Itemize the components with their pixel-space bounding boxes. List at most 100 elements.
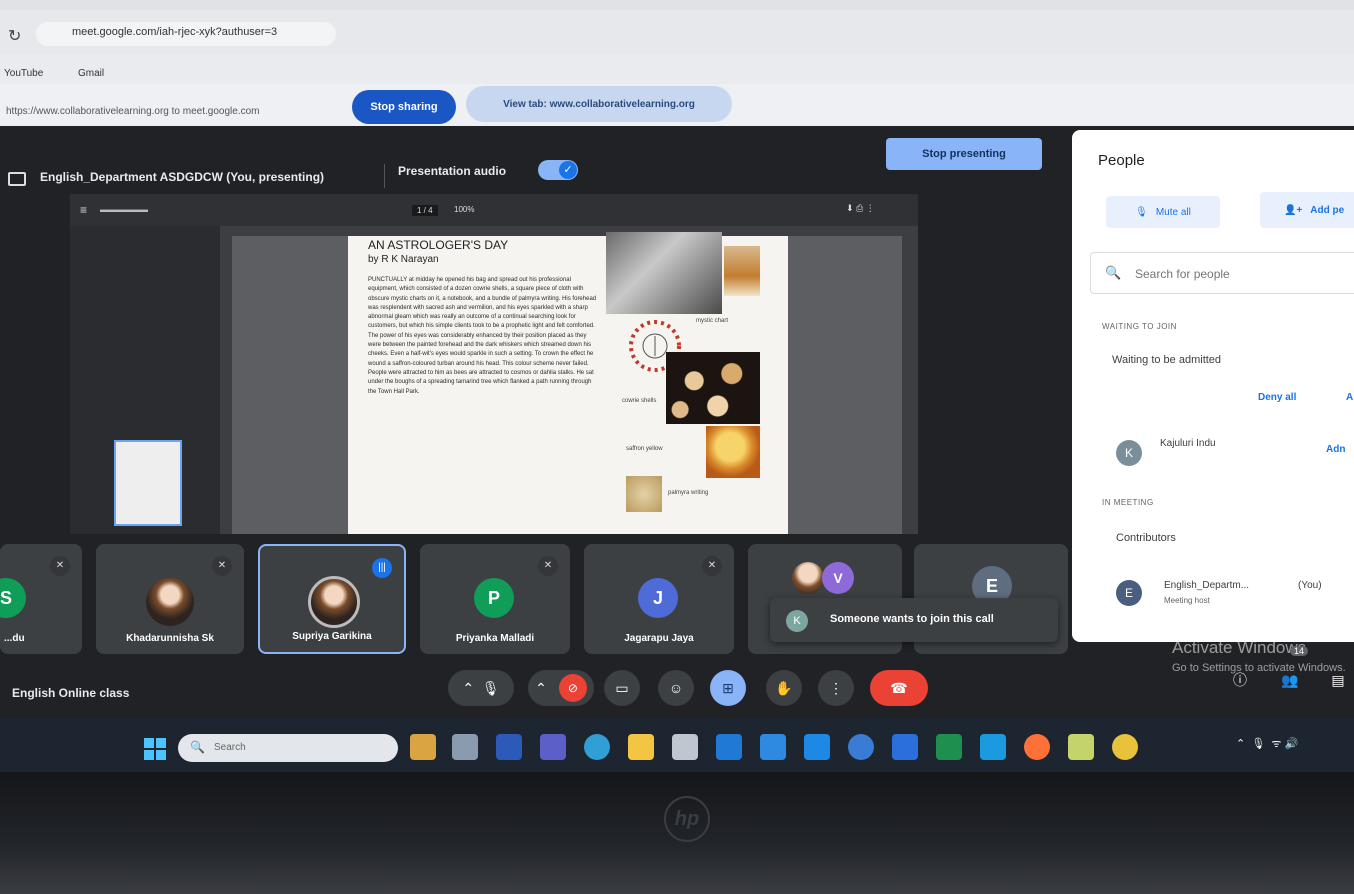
saffron-photo: [706, 426, 760, 478]
contributors-group[interactable]: Contributors: [1116, 532, 1176, 544]
media-player-icon[interactable]: [848, 734, 874, 760]
app-icon[interactable]: [1068, 734, 1094, 760]
present-screen-icon: [8, 172, 26, 186]
chevron-up-icon[interactable]: ⌃: [462, 680, 474, 697]
participant-name: Khadarunnisha Sk: [126, 633, 214, 644]
chevron-up-icon[interactable]: ⌃: [535, 680, 547, 697]
avatar: K: [786, 610, 808, 632]
add-people-label: Add pe: [1310, 204, 1345, 216]
admit-button[interactable]: Adn: [1326, 444, 1345, 455]
caption-mystic-chart: mystic chart: [696, 318, 729, 324]
photos-icon[interactable]: [804, 734, 830, 760]
system-tray-icons[interactable]: ⌃ 🎙 ᯤ 🔊: [1236, 736, 1298, 751]
people-panel: People 🎙 Mute all 👤+ Add pe 🔍 WAITING TO J…: [1072, 130, 1354, 642]
avatar: E: [1116, 580, 1142, 606]
admit-all-button[interactable]: A: [1346, 392, 1353, 403]
excel-icon[interactable]: [936, 734, 962, 760]
join-request-toast[interactable]: K Someone wants to join this call: [770, 598, 1058, 642]
mic-off-icon: ✕: [50, 556, 70, 576]
word-icon[interactable]: [496, 734, 522, 760]
edge-icon[interactable]: [584, 734, 610, 760]
participant-tile[interactable]: J ✕ Jagarapu Jaya: [584, 544, 734, 654]
leave-call-button[interactable]: ☎: [870, 670, 928, 706]
more-options-button[interactable]: ⋮: [818, 670, 854, 706]
presentation-audio-toggle[interactable]: ✓: [538, 160, 578, 180]
camera-button[interactable]: ⌃ ⊘: [528, 670, 594, 706]
pdf-filename: ▬▬▬▬▬▬: [100, 205, 148, 214]
mute-all-button[interactable]: 🎙 Mute all: [1106, 196, 1220, 228]
waiting-group[interactable]: Waiting to be admitted: [1112, 354, 1221, 366]
stop-presenting-button[interactable]: Stop presenting: [886, 138, 1042, 170]
astrologer-photo: [606, 232, 722, 314]
add-person-icon: 👤+: [1284, 204, 1303, 216]
info-icon[interactable]: ⓘ: [1228, 668, 1252, 692]
taskbar-search[interactable]: 🔍 Search: [178, 734, 398, 762]
waiting-person-name: Kajuluri Indu: [1160, 438, 1216, 449]
firefox-icon[interactable]: [1024, 734, 1050, 760]
microphone-button[interactable]: ⌃ 🎙: [448, 670, 514, 706]
app-icon[interactable]: [980, 734, 1006, 760]
people-icon[interactable]: 👥: [1278, 668, 1302, 692]
waiting-section-header: WAITING TO JOIN: [1102, 322, 1177, 331]
reload-icon[interactable]: ↻: [8, 26, 21, 46]
menu-icon[interactable]: ≡: [80, 203, 87, 217]
stop-sharing-button[interactable]: Stop sharing: [352, 90, 456, 124]
mail-icon[interactable]: [716, 734, 742, 760]
participant-tile-active-speaker[interactable]: ||| Supriya Garikina: [258, 544, 406, 654]
pdf-page-thumbnail[interactable]: [114, 440, 182, 526]
member-you-tag: (You): [1298, 580, 1322, 591]
search-people-input[interactable]: [1135, 267, 1354, 281]
people-count-badge: 14: [1290, 646, 1309, 656]
outlook-icon[interactable]: [892, 734, 918, 760]
chrome-icon[interactable]: [1112, 734, 1138, 760]
taskbar-app-icon[interactable]: [410, 734, 436, 760]
participant-name: Jagarapu Jaya: [624, 633, 694, 644]
panel-title: People: [1098, 152, 1145, 169]
mic-off-icon: ✕: [212, 556, 232, 576]
mic-off-icon: ✕: [702, 556, 722, 576]
meeting-name: English Online class: [12, 686, 130, 700]
windows-start-icon[interactable]: [144, 738, 166, 760]
sharing-text: https://www.collaborativelearning.org to…: [6, 106, 260, 117]
hp-logo: hp: [664, 796, 710, 842]
pdf-tools-icons[interactable]: ⬇ ⎙ ⋮: [846, 203, 875, 214]
camera-off-icon: ⊘: [558, 674, 587, 702]
document-body: PUNCTUALLY at midday he opened his bag a…: [368, 277, 597, 395]
taskbar-search-label: Search: [214, 742, 246, 753]
participant-tile[interactable]: ✕ Khadarunnisha Sk: [96, 544, 244, 654]
avatar: [146, 578, 194, 626]
document-author: by R K Narayan: [368, 254, 439, 265]
add-people-button[interactable]: 👤+ Add pe: [1260, 192, 1354, 228]
pdf-zoom[interactable]: 100%: [454, 205, 474, 214]
search-people-field[interactable]: 🔍: [1090, 252, 1354, 294]
pdf-page-indicator[interactable]: 1 / 4: [412, 205, 438, 216]
view-tab-button[interactable]: View tab: www.collaborativelearning.org: [466, 86, 732, 122]
raise-hand-button[interactable]: ✋: [766, 670, 802, 706]
caption-saffron: saffron yellow: [626, 446, 663, 452]
member-role: Meeting host: [1164, 596, 1210, 605]
speaking-indicator-icon: |||: [372, 558, 392, 578]
captions-button[interactable]: ▭: [604, 670, 640, 706]
participant-tile[interactable]: P ✕ Priyanka Malladi: [420, 544, 570, 654]
caption-cowrie-shells: cowrie shells: [622, 398, 657, 404]
participant-tile[interactable]: S ✕ ...du: [0, 544, 82, 654]
bookmark-gmail[interactable]: Gmail: [78, 68, 104, 79]
store-icon[interactable]: [760, 734, 786, 760]
bookmark-youtube[interactable]: YouTube: [4, 68, 43, 79]
calculator-icon[interactable]: [672, 734, 698, 760]
teams-icon[interactable]: [540, 734, 566, 760]
reactions-button[interactable]: ☺: [658, 670, 694, 706]
bookmarks-bar: [0, 54, 1354, 86]
presenter-title: English_Department ASDGDCW (You, present…: [40, 170, 325, 184]
deny-all-button[interactable]: Deny all: [1258, 392, 1296, 403]
present-now-button[interactable]: ⊞: [710, 670, 746, 706]
toast-text: Someone wants to join this call: [830, 613, 994, 625]
file-explorer-icon[interactable]: [628, 734, 654, 760]
caption-palmyra: palmyra writing: [668, 490, 709, 496]
search-icon: 🔍: [1105, 265, 1122, 280]
microphone-icon: 🎙: [481, 679, 500, 696]
captions-icon: ▭: [615, 679, 629, 696]
in-meeting-section-header: IN MEETING: [1102, 498, 1154, 507]
task-view-icon[interactable]: [452, 734, 478, 760]
chat-icon[interactable]: ▤: [1326, 668, 1350, 692]
